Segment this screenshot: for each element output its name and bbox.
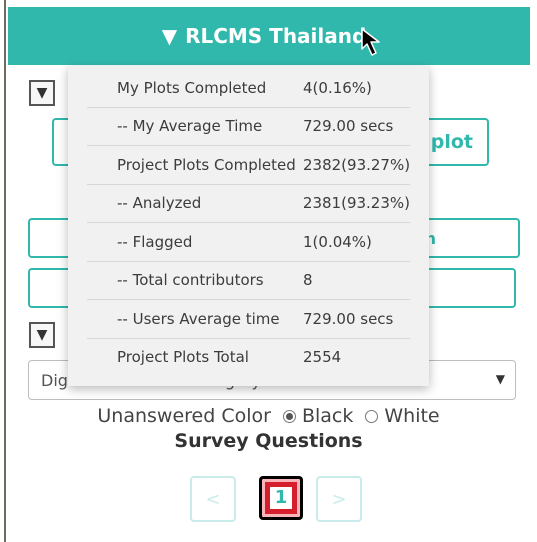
unanswered-color-label: Unanswered Color: [97, 405, 271, 427]
triangle-down-icon: ▼: [161, 24, 178, 48]
project-stats-popover: My Plots Completed 4(0.16%) -- My Averag…: [68, 66, 429, 386]
project-stats-toggle[interactable]: ▼ RLCMS Thailand: [8, 7, 530, 65]
survey-questions-heading: Survey Questions: [174, 430, 363, 452]
triangle-down-icon: ▼: [36, 327, 48, 343]
stats-value: 2382(93.27%): [303, 155, 411, 174]
collapse-toggle-button[interactable]: ▼: [29, 80, 55, 106]
triangle-down-icon: ▼: [36, 85, 48, 101]
stats-value: 2381(93.23%): [302, 194, 410, 213]
stats-value: 729.00 secs: [303, 309, 394, 328]
pager-next-button[interactable]: >: [316, 476, 362, 522]
stats-value: 1(0.04%): [303, 232, 372, 251]
stats-row: -- Analyzed 2381(93.23%): [87, 185, 410, 223]
stats-label: -- Users Average time: [117, 309, 280, 328]
stats-row: Project Plots Total 2554: [87, 339, 410, 377]
current-page-number: 1: [270, 487, 292, 509]
pager-prev-button[interactable]: <: [190, 476, 236, 522]
stats-value: 729.00 secs: [303, 117, 394, 136]
left-divider: [4, 0, 6, 542]
stats-value: 2554: [303, 348, 342, 367]
project-title: RLCMS Thailand: [185, 24, 367, 48]
plot-button-label: plot: [430, 131, 473, 153]
stats-label: -- Analyzed: [117, 194, 202, 213]
chevron-right-icon: >: [331, 488, 347, 510]
radio-black-option[interactable]: Black: [282, 405, 354, 427]
stats-row: -- Flagged 1(0.04%): [87, 223, 410, 262]
stats-row: -- My Average Time 729.00 secs: [87, 108, 410, 146]
radio-white-option[interactable]: White: [365, 405, 440, 427]
stats-row: My Plots Completed 4(0.16%): [87, 69, 410, 108]
stats-label: -- My Average Time: [117, 117, 263, 136]
radio-black-label: Black: [301, 405, 354, 427]
stats-label: -- Flagged: [117, 232, 193, 251]
pager-current-page[interactable]: 1: [259, 476, 303, 520]
stats-row: Project Plots Completed 2382(93.27%): [87, 146, 410, 185]
chevron-left-icon: <: [205, 488, 221, 510]
stats-value: 8: [303, 271, 313, 290]
stats-label: -- Total contributors: [117, 271, 264, 290]
stats-value: 4(0.16%): [303, 78, 372, 97]
collect-page: ▼ RLCMS Thailand ▼ plot n ▼ DigitalGlobe…: [0, 0, 537, 542]
unanswered-color-control: Unanswered Color Black White: [0, 402, 537, 430]
stats-row: -- Total contributors 8: [87, 262, 410, 300]
radio-white[interactable]: [365, 409, 379, 423]
stats-row: -- Users Average time 729.00 secs: [87, 300, 410, 339]
stats-label: Project Plots Total: [117, 348, 249, 367]
caret-down-icon: ▼: [495, 372, 505, 386]
imagery-collapse-button[interactable]: ▼: [29, 322, 55, 348]
stats-label: Project Plots Completed: [117, 155, 296, 174]
radio-white-label: White: [384, 405, 440, 427]
stats-label: My Plots Completed: [117, 78, 267, 97]
radio-black[interactable]: [282, 409, 296, 423]
